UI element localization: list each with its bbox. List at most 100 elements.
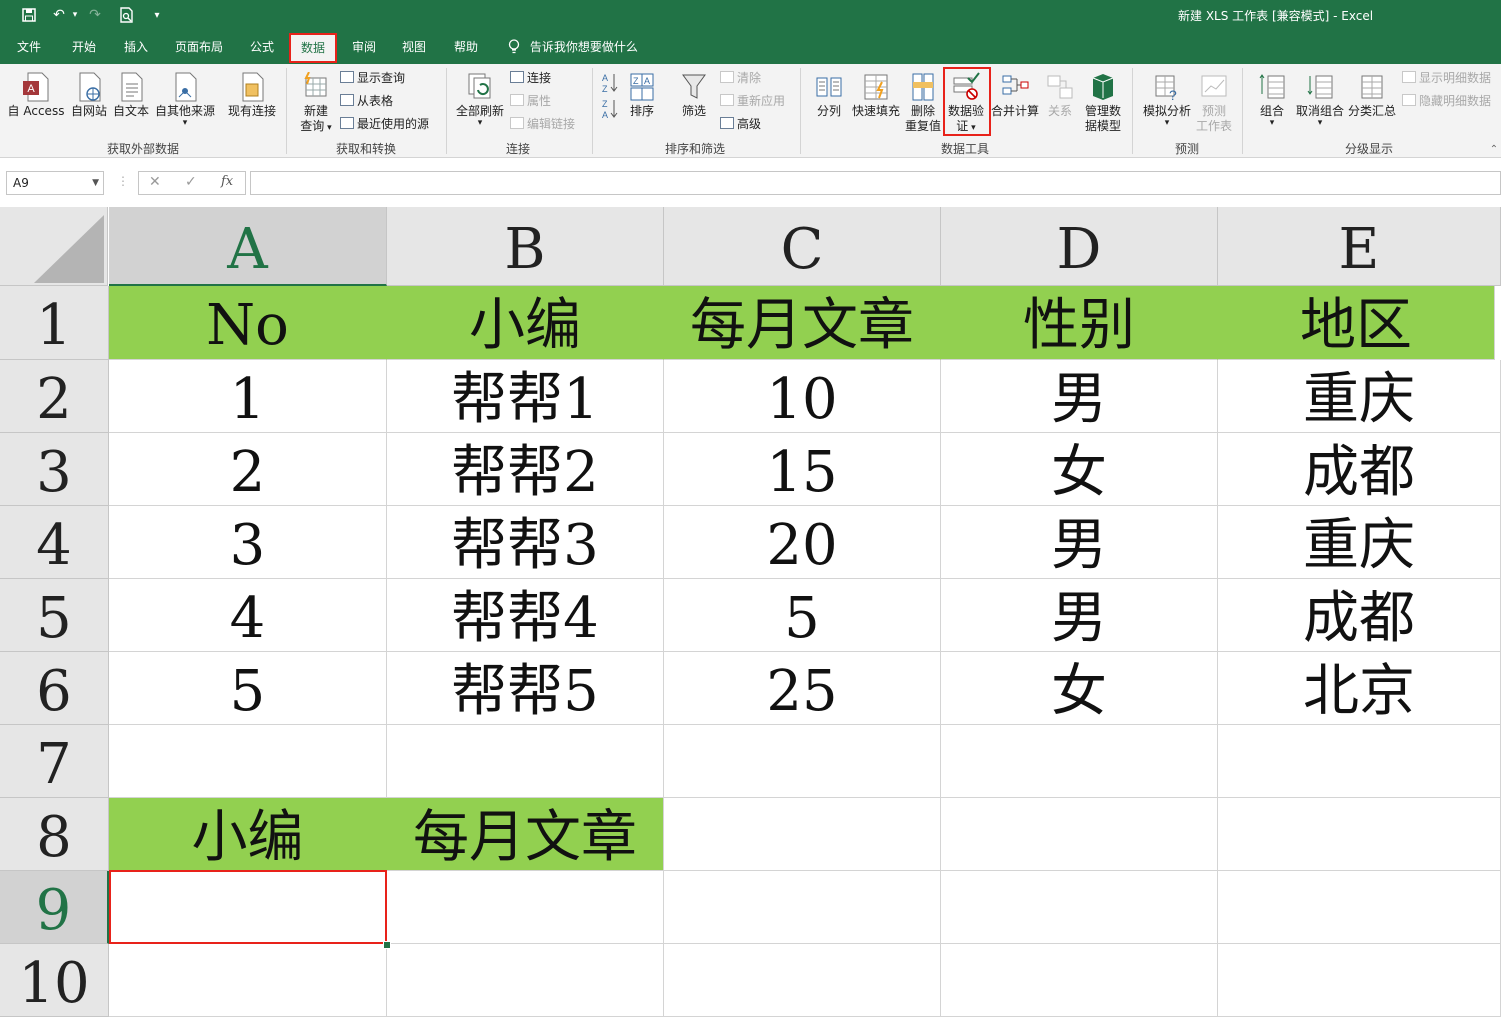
- cell-d2[interactable]: 男: [941, 360, 1218, 433]
- cell-a10[interactable]: [109, 944, 387, 1017]
- new-query-button[interactable]: 新建 查询 ▾: [294, 72, 338, 136]
- cell-d1[interactable]: 性别: [941, 286, 1218, 360]
- row-header-9[interactable]: 9: [0, 871, 109, 944]
- insert-function-icon[interactable]: fx: [221, 174, 233, 189]
- row-header-8[interactable]: 8: [0, 798, 109, 871]
- cell-c10[interactable]: [664, 944, 941, 1017]
- cell-b4[interactable]: 帮帮3: [387, 506, 664, 579]
- show-queries-button[interactable]: 显示查询: [340, 69, 405, 87]
- formula-input[interactable]: [250, 171, 1501, 195]
- hide-detail-button[interactable]: 隐藏明细数据: [1402, 92, 1491, 110]
- from-access-button[interactable]: A 自 Access: [6, 72, 66, 119]
- undo-dropdown-icon[interactable]: ▾: [66, 6, 84, 24]
- cell-a8[interactable]: 小编: [109, 798, 387, 871]
- tab-view[interactable]: 视图: [392, 32, 436, 64]
- cell-e4[interactable]: 重庆: [1218, 506, 1501, 579]
- cell-d5[interactable]: 男: [941, 579, 1218, 652]
- cell-c4[interactable]: 20: [664, 506, 941, 579]
- consolidate-button[interactable]: 合并计算: [990, 72, 1040, 119]
- cell-d4[interactable]: 男: [941, 506, 1218, 579]
- edit-links-button[interactable]: 编辑链接: [510, 115, 575, 133]
- row-header-2[interactable]: 2: [0, 360, 109, 433]
- drag-handle-icon[interactable]: ⋮: [117, 174, 129, 188]
- tab-home[interactable]: 开始: [62, 32, 106, 64]
- connections-button[interactable]: 连接: [510, 69, 551, 87]
- cell-b9[interactable]: [387, 871, 664, 944]
- row-header-6[interactable]: 6: [0, 652, 109, 725]
- properties-button[interactable]: 属性: [510, 92, 551, 110]
- cell-d10[interactable]: [941, 944, 1218, 1017]
- fill-handle[interactable]: [383, 941, 391, 949]
- cell-e7[interactable]: [1218, 725, 1501, 798]
- cell-c3[interactable]: 15: [664, 433, 941, 506]
- existing-connections-button[interactable]: 现有连接: [224, 72, 280, 119]
- row-header-3[interactable]: 3: [0, 433, 109, 506]
- cell-e1[interactable]: 地区: [1218, 286, 1495, 360]
- enter-icon[interactable]: ✓: [185, 174, 197, 190]
- column-header-c[interactable]: C: [664, 207, 941, 286]
- cell-c1[interactable]: 每月文章: [664, 286, 941, 360]
- cell-b1[interactable]: 小编: [387, 286, 664, 360]
- cell-a3[interactable]: 2: [109, 433, 387, 506]
- cell-b8[interactable]: 每月文章: [387, 798, 664, 871]
- cell-c7[interactable]: [664, 725, 941, 798]
- row-header-4[interactable]: 4: [0, 506, 109, 579]
- advanced-filter-button[interactable]: 高级: [720, 115, 761, 133]
- customize-icon[interactable]: ▾: [148, 6, 166, 24]
- cell-e3[interactable]: 成都: [1218, 433, 1501, 506]
- what-if-analysis-button[interactable]: ? 模拟分析 ▾: [1138, 72, 1196, 128]
- row-header-7[interactable]: 7: [0, 725, 109, 798]
- tab-page-layout[interactable]: 页面布局: [168, 32, 230, 64]
- remove-duplicates-button[interactable]: 删除 重复值: [902, 72, 944, 134]
- cell-a6[interactable]: 5: [109, 652, 387, 725]
- column-header-a[interactable]: A: [109, 207, 387, 286]
- cell-e10[interactable]: [1218, 944, 1501, 1017]
- cell-a2[interactable]: 1: [109, 360, 387, 433]
- from-web-button[interactable]: 自网站: [68, 72, 110, 119]
- cell-c6[interactable]: 25: [664, 652, 941, 725]
- cell-e6[interactable]: 北京: [1218, 652, 1501, 725]
- cell-c8[interactable]: [664, 798, 941, 871]
- row-header-1[interactable]: 1: [0, 286, 109, 360]
- relationships-button[interactable]: 关系: [1040, 72, 1080, 119]
- name-box[interactable]: A9 ▼: [6, 171, 104, 195]
- column-header-b[interactable]: B: [387, 207, 664, 286]
- cell-d8[interactable]: [941, 798, 1218, 871]
- cell-e9[interactable]: [1218, 871, 1501, 944]
- cell-b6[interactable]: 帮帮5: [387, 652, 664, 725]
- cell-b3[interactable]: 帮帮2: [387, 433, 664, 506]
- tab-data[interactable]: 数据: [289, 33, 337, 63]
- cell-b2[interactable]: 帮帮1: [387, 360, 664, 433]
- cell-d6[interactable]: 女: [941, 652, 1218, 725]
- show-detail-button[interactable]: 显示明细数据: [1402, 69, 1491, 87]
- from-text-button[interactable]: 自文本: [110, 72, 152, 119]
- cancel-icon[interactable]: ✕: [149, 174, 161, 190]
- manage-data-model-button[interactable]: 管理数 据模型: [1080, 72, 1126, 134]
- text-to-columns-button[interactable]: 分列: [808, 72, 850, 119]
- save-icon[interactable]: [20, 6, 38, 24]
- subtotal-button[interactable]: 分类汇总: [1346, 72, 1398, 119]
- forecast-sheet-button[interactable]: 预测 工作表: [1194, 72, 1234, 134]
- cell-a1[interactable]: No: [109, 286, 387, 360]
- cell-a7[interactable]: [109, 725, 387, 798]
- collapse-ribbon-icon[interactable]: ⌃: [1488, 142, 1500, 157]
- tab-help[interactable]: 帮助: [444, 32, 488, 64]
- tab-insert[interactable]: 插入: [114, 32, 158, 64]
- filter-button[interactable]: 筛选: [674, 72, 714, 119]
- cell-d3[interactable]: 女: [941, 433, 1218, 506]
- row-header-5[interactable]: 5: [0, 579, 109, 652]
- row-header-10[interactable]: 10: [0, 944, 109, 1017]
- tab-file[interactable]: 文件: [8, 32, 50, 64]
- tell-me-box[interactable]: 告诉我你想要做什么: [508, 32, 638, 64]
- column-header-d[interactable]: D: [941, 207, 1218, 286]
- cell-d9[interactable]: [941, 871, 1218, 944]
- cell-c5[interactable]: 5: [664, 579, 941, 652]
- cell-e2[interactable]: 重庆: [1218, 360, 1501, 433]
- cell-b5[interactable]: 帮帮4: [387, 579, 664, 652]
- group-button[interactable]: 组合 ▾: [1250, 72, 1294, 128]
- redo-icon[interactable]: ↷: [86, 6, 104, 24]
- cell-e8[interactable]: [1218, 798, 1501, 871]
- reapply-button[interactable]: 重新应用: [720, 92, 785, 110]
- select-all-corner[interactable]: [0, 207, 108, 286]
- sort-button[interactable]: ZA 排序: [624, 72, 660, 119]
